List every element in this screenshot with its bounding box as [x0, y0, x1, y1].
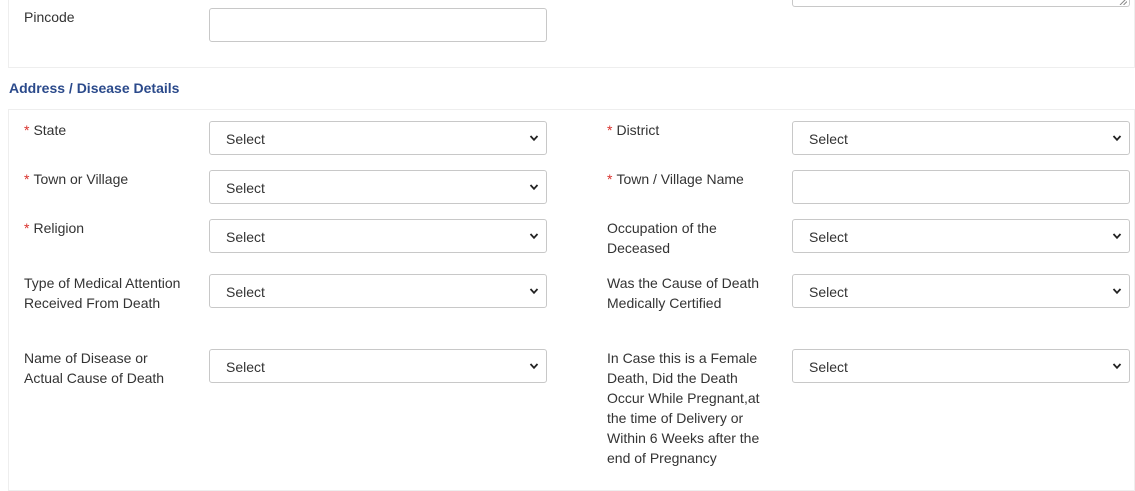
religion-select[interactable]: Select	[209, 219, 547, 253]
town-or-village-select[interactable]: Select	[209, 170, 547, 204]
occupation-select[interactable]: Select	[792, 219, 1130, 253]
medical-attention-label: Type of Medical Attention Received From …	[24, 275, 181, 311]
medically-certified-label: Was the Cause of Death Medically Certifi…	[607, 275, 760, 311]
town-or-village-label: * Town or Village	[24, 171, 129, 187]
medical-attention-select[interactable]: Select	[209, 274, 547, 308]
town-village-name-label: * Town / Village Name	[607, 171, 744, 187]
occupation-label: Occupation of the Deceased	[607, 220, 717, 256]
chevron-down-icon	[529, 184, 539, 191]
state-select-value: Select	[226, 131, 265, 147]
medical-attention-select-value: Select	[226, 284, 265, 300]
pincode-label: Pincode	[24, 9, 75, 25]
medically-certified-select-value: Select	[809, 284, 848, 300]
section-title: Address / Disease Details	[9, 80, 180, 96]
town-or-village-select-value: Select	[226, 180, 265, 196]
required-mark: *	[24, 220, 30, 236]
chevron-down-icon	[1112, 233, 1122, 240]
chevron-down-icon	[529, 363, 539, 370]
religion-label: * Religion	[24, 220, 85, 236]
disease-cause-select[interactable]: Select	[209, 349, 547, 383]
pincode-input[interactable]	[209, 8, 547, 42]
chevron-down-icon	[1112, 288, 1122, 295]
chevron-down-icon	[1112, 363, 1122, 370]
occupation-select-value: Select	[809, 229, 848, 245]
state-label: * State	[24, 122, 67, 138]
chevron-down-icon	[1112, 135, 1122, 142]
female-death-pregnancy-select[interactable]: Select	[792, 349, 1130, 383]
medically-certified-select[interactable]: Select	[792, 274, 1130, 308]
state-select[interactable]: Select	[209, 121, 547, 155]
female-death-pregnancy-label: In Case this is a Female Death, Did the …	[607, 350, 760, 466]
district-select-value: Select	[809, 131, 848, 147]
district-label: * District	[607, 122, 660, 138]
chevron-down-icon	[529, 288, 539, 295]
religion-select-value: Select	[226, 229, 265, 245]
district-select[interactable]: Select	[792, 121, 1130, 155]
required-mark: *	[24, 171, 30, 187]
address-textarea[interactable]	[792, 0, 1130, 7]
chevron-down-icon	[529, 135, 539, 142]
female-death-pregnancy-select-value: Select	[809, 359, 848, 375]
required-mark: *	[24, 122, 30, 138]
town-village-name-input[interactable]	[792, 170, 1130, 204]
chevron-down-icon	[529, 233, 539, 240]
resize-grip-icon[interactable]	[1119, 0, 1127, 5]
disease-cause-select-value: Select	[226, 359, 265, 375]
required-mark: *	[607, 171, 613, 187]
disease-cause-label: Name of Disease or Actual Cause of Death	[24, 350, 165, 386]
required-mark: *	[607, 122, 613, 138]
